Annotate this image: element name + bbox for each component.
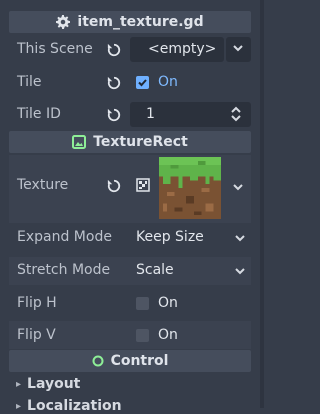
spin-arrows-icon[interactable] bbox=[230, 106, 242, 126]
chevron-down-icon[interactable] bbox=[234, 232, 246, 248]
texture-label: Texture bbox=[17, 177, 69, 193]
control-section-header[interactable]: Control bbox=[9, 350, 251, 372]
circle-icon bbox=[92, 355, 104, 367]
chevron-down-icon bbox=[232, 42, 244, 58]
localization-subsection[interactable]: ▸ Localization bbox=[16, 398, 122, 414]
gear-icon bbox=[56, 15, 71, 29]
expand-mode-label: Expand Mode bbox=[17, 229, 112, 245]
chevron-down-icon[interactable] bbox=[232, 181, 244, 197]
control-section-title: Control bbox=[110, 353, 169, 369]
script-section-header[interactable]: item_texture.gd bbox=[9, 11, 251, 33]
revert-icon[interactable] bbox=[106, 75, 122, 91]
flip-v-value[interactable]: On bbox=[158, 327, 178, 343]
texture-preview-grass-block[interactable] bbox=[159, 157, 221, 219]
chevron-right-icon: ▸ bbox=[16, 400, 22, 412]
expand-mode-value[interactable]: Keep Size bbox=[136, 229, 204, 245]
stretch-mode-value[interactable]: Scale bbox=[136, 262, 174, 278]
scrollbar[interactable] bbox=[260, 0, 264, 408]
flip-v-label: Flip V bbox=[17, 327, 56, 343]
layout-subsection[interactable]: ▸ Layout bbox=[16, 376, 80, 392]
layout-subsection-label: Layout bbox=[27, 376, 81, 392]
this-scene-label: This Scene bbox=[17, 41, 93, 57]
chevron-down-icon[interactable] bbox=[234, 265, 246, 281]
texture-rect-section-title: TextureRect bbox=[93, 134, 188, 150]
flip-h-checkbox[interactable] bbox=[136, 297, 149, 310]
image-icon bbox=[72, 135, 87, 149]
texture-rect-section-header[interactable]: TextureRect bbox=[9, 131, 251, 153]
flip-h-label: Flip H bbox=[17, 295, 57, 311]
this-scene-value: <empty> bbox=[148, 41, 217, 57]
tile-id-label: Tile ID bbox=[17, 106, 61, 122]
chevron-right-icon: ▸ bbox=[16, 378, 22, 390]
tile-label: Tile bbox=[17, 74, 42, 90]
localization-subsection-label: Localization bbox=[27, 398, 122, 414]
texture-resource-icon bbox=[136, 178, 150, 192]
flip-h-value[interactable]: On bbox=[158, 295, 178, 311]
inspector-panel: item_texture.gd This Scene <empty> Tile … bbox=[0, 0, 271, 414]
tile-id-value: 1 bbox=[146, 106, 155, 122]
tile-value[interactable]: On bbox=[158, 74, 178, 90]
revert-icon[interactable] bbox=[106, 178, 122, 194]
tile-checkbox[interactable] bbox=[136, 76, 149, 89]
revert-icon[interactable] bbox=[106, 42, 122, 58]
stretch-mode-label: Stretch Mode bbox=[17, 262, 111, 278]
revert-icon[interactable] bbox=[106, 107, 122, 123]
flip-v-checkbox[interactable] bbox=[136, 329, 149, 342]
script-section-title: item_texture.gd bbox=[77, 14, 204, 30]
